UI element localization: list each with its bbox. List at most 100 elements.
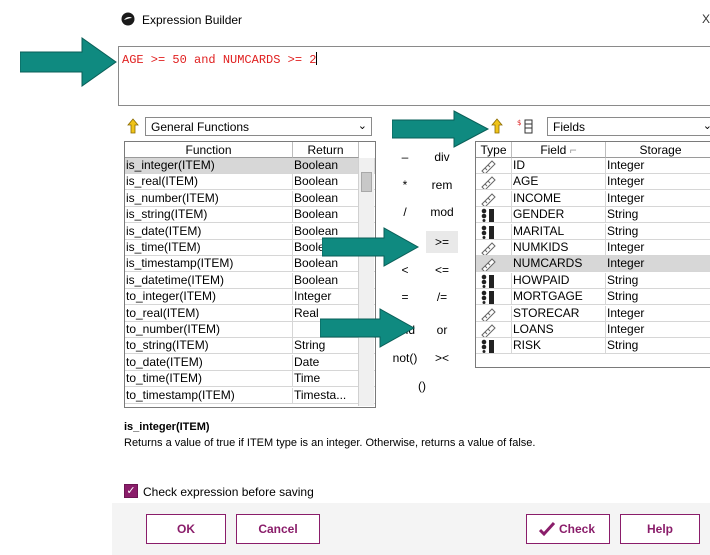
- operator-button[interactable]: mod: [426, 201, 458, 223]
- move-up-icon[interactable]: [490, 118, 504, 134]
- function-return-cell: Boolean: [293, 174, 359, 191]
- function-name-cell: is_date(ITEM): [125, 223, 293, 240]
- functions-scrollbar-thumb[interactable]: [361, 172, 372, 192]
- type-column-header[interactable]: Type: [476, 142, 512, 158]
- storage-column-header[interactable]: Storage: [606, 142, 710, 158]
- check-expression-checkbox[interactable]: ✓: [124, 484, 138, 498]
- continuous-ruler-icon: [476, 322, 512, 338]
- expression-editor[interactable]: AGE >= 50 and NUMCARDS >= 2: [118, 46, 710, 106]
- function-row[interactable]: to_timestamp(ITEM) Timesta...: [125, 387, 375, 404]
- operator-button[interactable]: =: [389, 286, 421, 308]
- field-name-cell: HOWPAID: [512, 272, 606, 289]
- functions-table[interactable]: Function Return is_integer(ITEM) Boolean i…: [124, 141, 376, 408]
- field-name-cell: LOANS: [512, 322, 606, 338]
- fields-source-dropdown[interactable]: Fields ⌄: [547, 117, 710, 136]
- function-name-cell: is_number(ITEM): [125, 190, 293, 207]
- field-row[interactable]: GENDER String: [476, 207, 710, 224]
- function-return-cell: Boolean: [293, 190, 359, 207]
- function-row[interactable]: is_datetime(ITEM) Boolean: [125, 272, 375, 289]
- functions-scrollbar[interactable]: [358, 158, 374, 406]
- function-column-header[interactable]: Function: [125, 142, 293, 158]
- function-return-cell: Timesta...: [293, 387, 359, 404]
- operator-button[interactable]: or: [426, 319, 458, 341]
- text-caret: [316, 52, 318, 65]
- function-return-cell: Time: [293, 371, 359, 388]
- continuous-ruler-icon: [476, 190, 512, 207]
- field-row[interactable]: HOWPAID String: [476, 272, 710, 289]
- help-button[interactable]: Help: [620, 514, 700, 544]
- field-row[interactable]: LOANS Integer: [476, 322, 710, 338]
- return-column-header[interactable]: Return: [293, 142, 359, 158]
- field-row[interactable]: NUMKIDS Integer: [476, 240, 710, 256]
- ok-button[interactable]: OK: [146, 514, 226, 544]
- close-icon[interactable]: X: [702, 12, 710, 26]
- field-header-label: Field: [540, 143, 567, 157]
- field-row[interactable]: MORTGAGE String: [476, 289, 710, 306]
- continuous-ruler-icon: [476, 240, 512, 256]
- field-row[interactable]: RISK String: [476, 338, 710, 355]
- field-row[interactable]: INCOME Integer: [476, 190, 710, 207]
- fields-table[interactable]: Type Field ⌐ Storage ID Integer AGE Integer…: [475, 141, 710, 368]
- field-row[interactable]: ID Integer: [476, 158, 710, 174]
- operator-button[interactable]: –: [389, 146, 421, 168]
- fields-source-value: Fields: [553, 120, 586, 134]
- field-name-cell: AGE: [512, 174, 606, 191]
- function-row[interactable]: to_time(ITEM) Time: [125, 371, 375, 388]
- field-row[interactable]: AGE Integer: [476, 174, 710, 191]
- operator-button[interactable]: (): [406, 375, 438, 397]
- categorical-set-icon: [476, 289, 512, 306]
- operator-button[interactable]: <=: [426, 259, 458, 281]
- field-name-cell: MARITAL: [512, 223, 606, 240]
- field-storage-cell: Integer: [606, 191, 710, 207]
- field-name-cell: GENDER: [512, 207, 606, 224]
- operator-button[interactable]: ><: [426, 347, 458, 369]
- sort-indicator-icon: ⌐: [569, 143, 577, 157]
- check-expression-label[interactable]: Check expression before saving: [143, 485, 314, 499]
- continuous-ruler-icon: [476, 305, 512, 322]
- categorical-set-icon: [476, 223, 512, 240]
- function-row[interactable]: is_real(ITEM) Boolean: [125, 174, 375, 191]
- field-row[interactable]: STORECAR Integer: [476, 305, 710, 322]
- check-button[interactable]: Check: [526, 514, 610, 544]
- move-up-icon[interactable]: [126, 118, 140, 134]
- operator-button[interactable]: rem: [426, 174, 458, 196]
- field-storage-cell: Integer: [606, 174, 710, 190]
- annotation-arrow-icon: [322, 227, 420, 267]
- field-row[interactable]: NUMCARDS Integer: [476, 256, 710, 273]
- field-storage-cell: String: [606, 289, 710, 305]
- function-row[interactable]: is_integer(ITEM) Boolean: [125, 158, 375, 174]
- operator-button[interactable]: >=: [426, 231, 458, 253]
- function-row[interactable]: to_date(ITEM) Date: [125, 354, 375, 371]
- field-column-header[interactable]: Field ⌐: [512, 142, 606, 158]
- function-name-cell: is_timestamp(ITEM): [125, 256, 293, 273]
- function-name-cell: to_date(ITEM): [125, 354, 293, 371]
- field-list-icon[interactable]: $: [516, 117, 534, 135]
- categorical-set-icon: [476, 338, 512, 355]
- function-name-cell: is_integer(ITEM): [125, 158, 293, 174]
- window-title: Expression Builder: [142, 13, 243, 27]
- operator-button[interactable]: *: [389, 174, 421, 196]
- operator-button[interactable]: not(): [389, 347, 421, 369]
- function-name-cell: is_real(ITEM): [125, 174, 293, 191]
- function-row[interactable]: is_number(ITEM) Boolean: [125, 190, 375, 207]
- field-name-cell: ID: [512, 158, 606, 174]
- function-row[interactable]: to_integer(ITEM) Integer: [125, 289, 375, 306]
- continuous-ruler-icon: [476, 256, 512, 273]
- operator-button[interactable]: /: [389, 201, 421, 223]
- field-storage-cell: String: [606, 273, 710, 289]
- field-name-cell: INCOME: [512, 190, 606, 207]
- checkmark-icon: [539, 521, 555, 537]
- function-description-title: is_integer(ITEM): [124, 421, 210, 433]
- operator-button[interactable]: div: [426, 146, 458, 168]
- function-return-cell: Boolean: [293, 272, 359, 289]
- cancel-button[interactable]: Cancel: [236, 514, 320, 544]
- function-row[interactable]: is_string(ITEM) Boolean: [125, 207, 375, 224]
- field-storage-cell: String: [606, 207, 710, 223]
- operator-button[interactable]: /=: [426, 286, 458, 308]
- functions-category-dropdown[interactable]: General Functions ⌄: [145, 117, 372, 136]
- field-row[interactable]: MARITAL String: [476, 223, 710, 240]
- field-name-cell: NUMCARDS: [512, 256, 606, 273]
- function-return-cell: Date: [293, 354, 359, 371]
- annotation-arrow-icon: [320, 308, 416, 348]
- functions-category-value: General Functions: [151, 120, 250, 134]
